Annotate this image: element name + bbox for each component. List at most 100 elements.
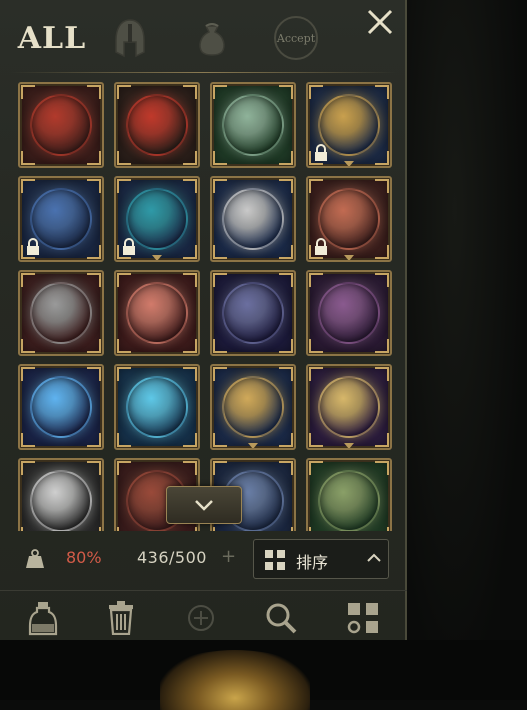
- slot-frame-corner: [21, 339, 35, 353]
- slot-frame-corner: [183, 527, 197, 531]
- slot-frame-corner: [375, 85, 389, 99]
- slot-frame-corner: [213, 245, 227, 259]
- slot-frame-corner: [183, 433, 197, 447]
- weight-percent: 80%: [66, 548, 102, 567]
- add-button[interactable]: [182, 599, 220, 637]
- slot-frame-corner: [279, 527, 293, 531]
- slot-frame-corner: [117, 85, 131, 99]
- slot-frame-corner: [375, 461, 389, 475]
- potion-bottle-icon: [28, 602, 58, 636]
- inventory-slot[interactable]: [114, 176, 200, 262]
- tab-all[interactable]: ALL: [18, 10, 85, 66]
- yin-yang-icon: [222, 188, 284, 250]
- silver-blade-icon: [30, 470, 92, 531]
- slot-frame-corner: [21, 85, 35, 99]
- tab-equipment[interactable]: [108, 10, 152, 66]
- slot-frame-corner: [21, 367, 35, 381]
- close-icon: [367, 9, 393, 35]
- slot-frame-corner: [183, 339, 197, 353]
- inventory-slot[interactable]: [210, 270, 296, 356]
- slot-frame-corner: [213, 273, 227, 287]
- inventory-slot[interactable]: [306, 82, 392, 168]
- slot-indicator-notch: [248, 443, 258, 448]
- slot-frame-corner: [87, 339, 101, 353]
- lock-icon: [315, 238, 327, 255]
- blue-diamond-gem-icon: [126, 376, 188, 438]
- inventory-grid: [6, 76, 400, 531]
- slot-frame-corner: [375, 245, 389, 259]
- inventory-slot[interactable]: [210, 176, 296, 262]
- slot-frame-corner: [213, 339, 227, 353]
- inventory-panel: ALL Accept 80% 436/500 + 排序: [0, 0, 407, 640]
- slot-frame-corner: [87, 433, 101, 447]
- inventory-slot[interactable]: [114, 82, 200, 168]
- tab-consumables[interactable]: [190, 10, 234, 66]
- slot-frame-corner: [183, 461, 197, 475]
- sort-label: 排序: [296, 553, 329, 572]
- slot-frame-corner: [375, 433, 389, 447]
- slot-indicator-notch: [344, 255, 354, 260]
- slot-frame-corner: [213, 179, 227, 193]
- golden-ornament-decoration: [160, 650, 310, 710]
- grid-sort-icon: [265, 550, 285, 570]
- slot-frame-corner: [279, 339, 293, 353]
- inventory-slot[interactable]: [18, 82, 104, 168]
- slot-frame-corner: [21, 527, 35, 531]
- auto-arrange-button[interactable]: [344, 599, 382, 637]
- red-tome-icon: [30, 94, 92, 156]
- slot-frame-corner: [117, 527, 131, 531]
- chevron-up-icon: [367, 553, 381, 562]
- inventory-slot[interactable]: [306, 364, 392, 450]
- slot-frame-corner: [117, 179, 131, 193]
- discard-button[interactable]: [102, 599, 140, 637]
- slot-frame-corner: [213, 367, 227, 381]
- slot-frame-corner: [117, 367, 131, 381]
- inventory-slot[interactable]: [306, 458, 392, 531]
- search-button[interactable]: [262, 599, 300, 637]
- close-button[interactable]: [360, 2, 400, 42]
- inventory-slot[interactable]: [18, 270, 104, 356]
- inventory-slot[interactable]: [210, 364, 296, 450]
- chevron-down-icon: [195, 500, 213, 511]
- slot-frame-corner: [183, 151, 197, 165]
- expand-capacity-button[interactable]: +: [221, 546, 236, 567]
- slot-frame-corner: [87, 527, 101, 531]
- game-world-background: [407, 0, 527, 700]
- slot-frame-corner: [279, 461, 293, 475]
- slot-frame-corner: [375, 339, 389, 353]
- slot-frame-corner: [375, 179, 389, 193]
- slot-frame-corner: [309, 367, 323, 381]
- slot-frame-corner: [21, 433, 35, 447]
- slot-frame-corner: [21, 273, 35, 287]
- lock-icon: [123, 238, 135, 255]
- slot-frame-corner: [309, 179, 323, 193]
- pouch-icon: [199, 23, 225, 56]
- tab-accept[interactable]: Accept: [268, 10, 324, 66]
- blue-star-crystal-icon: [30, 376, 92, 438]
- inventory-slot[interactable]: [306, 270, 392, 356]
- inventory-slot[interactable]: [114, 270, 200, 356]
- grid-arrange-icon: [347, 603, 378, 634]
- potion-button[interactable]: [24, 599, 62, 637]
- slot-frame-corner: [21, 151, 35, 165]
- slot-frame-corner: [117, 461, 131, 475]
- slot-frame-corner: [213, 85, 227, 99]
- search-icon: [266, 603, 297, 634]
- scroll-down-button[interactable]: [166, 486, 242, 524]
- inventory-slot[interactable]: [306, 176, 392, 262]
- inventory-slot[interactable]: [18, 364, 104, 450]
- accept-ring-icon: [274, 16, 318, 60]
- helmet-icon: [115, 19, 145, 58]
- inventory-slot[interactable]: [18, 458, 104, 531]
- inventory-status-bar: 80% 436/500 + 排序: [0, 534, 407, 584]
- gold-filigree-crest-icon: [318, 376, 380, 438]
- inventory-slot[interactable]: [18, 176, 104, 262]
- slot-frame-corner: [309, 527, 323, 531]
- sort-button[interactable]: 排序: [253, 539, 389, 579]
- green-bow-icon: [318, 470, 380, 531]
- slot-frame-corner: [183, 367, 197, 381]
- inventory-slot[interactable]: [210, 82, 296, 168]
- pocket-watch-icon: [222, 376, 284, 438]
- inventory-slot[interactable]: [114, 364, 200, 450]
- dark-crystal-orb-icon: [222, 282, 284, 344]
